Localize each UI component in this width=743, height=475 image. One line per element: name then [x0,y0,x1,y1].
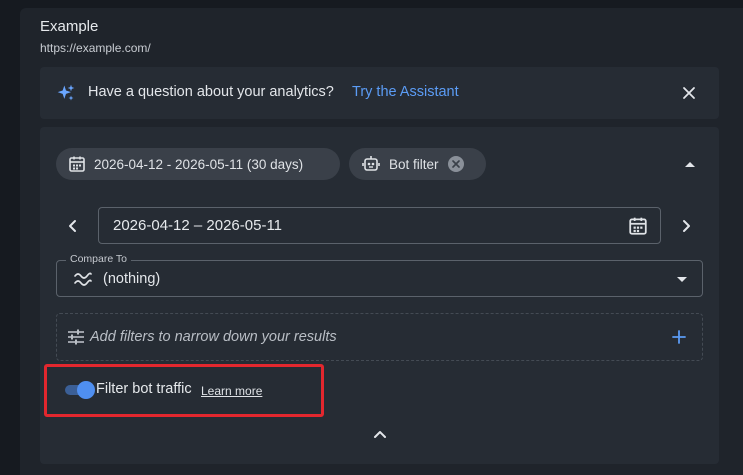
chevron-right-icon[interactable] [679,219,693,233]
calendar-icon [69,156,85,172]
bot-filter-chip-label: Bot filter [389,156,439,172]
learn-more-link[interactable]: Learn more [201,384,262,398]
toggle-thumb [77,381,95,399]
filter-bot-label: Filter bot traffic [96,381,192,397]
compare-icon [74,272,92,286]
robot-icon [362,156,380,171]
date-range-chip[interactable]: 2026-04-12 - 2026-05-11 (30 days) [56,148,340,180]
date-range-chip-label: 2026-04-12 - 2026-05-11 (30 days) [94,156,304,172]
site-url: https://example.com/ [40,41,151,55]
chevron-up-icon[interactable] [683,157,697,171]
assistant-banner: Have a question about your analytics? Tr… [40,67,719,119]
chevron-down-icon [677,277,687,282]
compare-to-label: Compare To [66,253,132,265]
bot-traffic-highlight: Filter bot traffic Learn more [44,364,324,417]
add-filters-area[interactable]: Add filters to narrow down your results [56,313,703,361]
tune-icon [68,329,84,345]
assistant-question: Have a question about your analytics? [88,84,334,100]
date-range-input[interactable]: 2026-04-12 – 2026-05-11 [98,207,661,244]
add-filters-placeholder: Add filters to narrow down your results [90,329,337,345]
calendar-icon[interactable] [628,216,648,236]
filter-bot-toggle[interactable] [63,381,95,399]
close-icon[interactable] [681,85,697,101]
plus-icon[interactable] [672,330,686,344]
compare-to-value: (nothing) [103,271,161,287]
date-range-value: 2026-04-12 – 2026-05-11 [113,217,283,234]
chevron-left-icon[interactable] [66,219,80,233]
bot-filter-chip[interactable]: Bot filter [349,148,486,180]
sparkle-icon [57,84,75,101]
filter-panel: 2026-04-12 - 2026-05-11 (30 days) Bot fi… [40,127,719,464]
remove-filter-icon[interactable] [447,155,465,173]
site-name: Example [40,18,99,35]
compare-to-select[interactable]: Compare To (nothing) [56,253,703,297]
try-assistant-link[interactable]: Try the Assistant [352,84,459,100]
chevron-up-icon[interactable] [373,427,387,441]
